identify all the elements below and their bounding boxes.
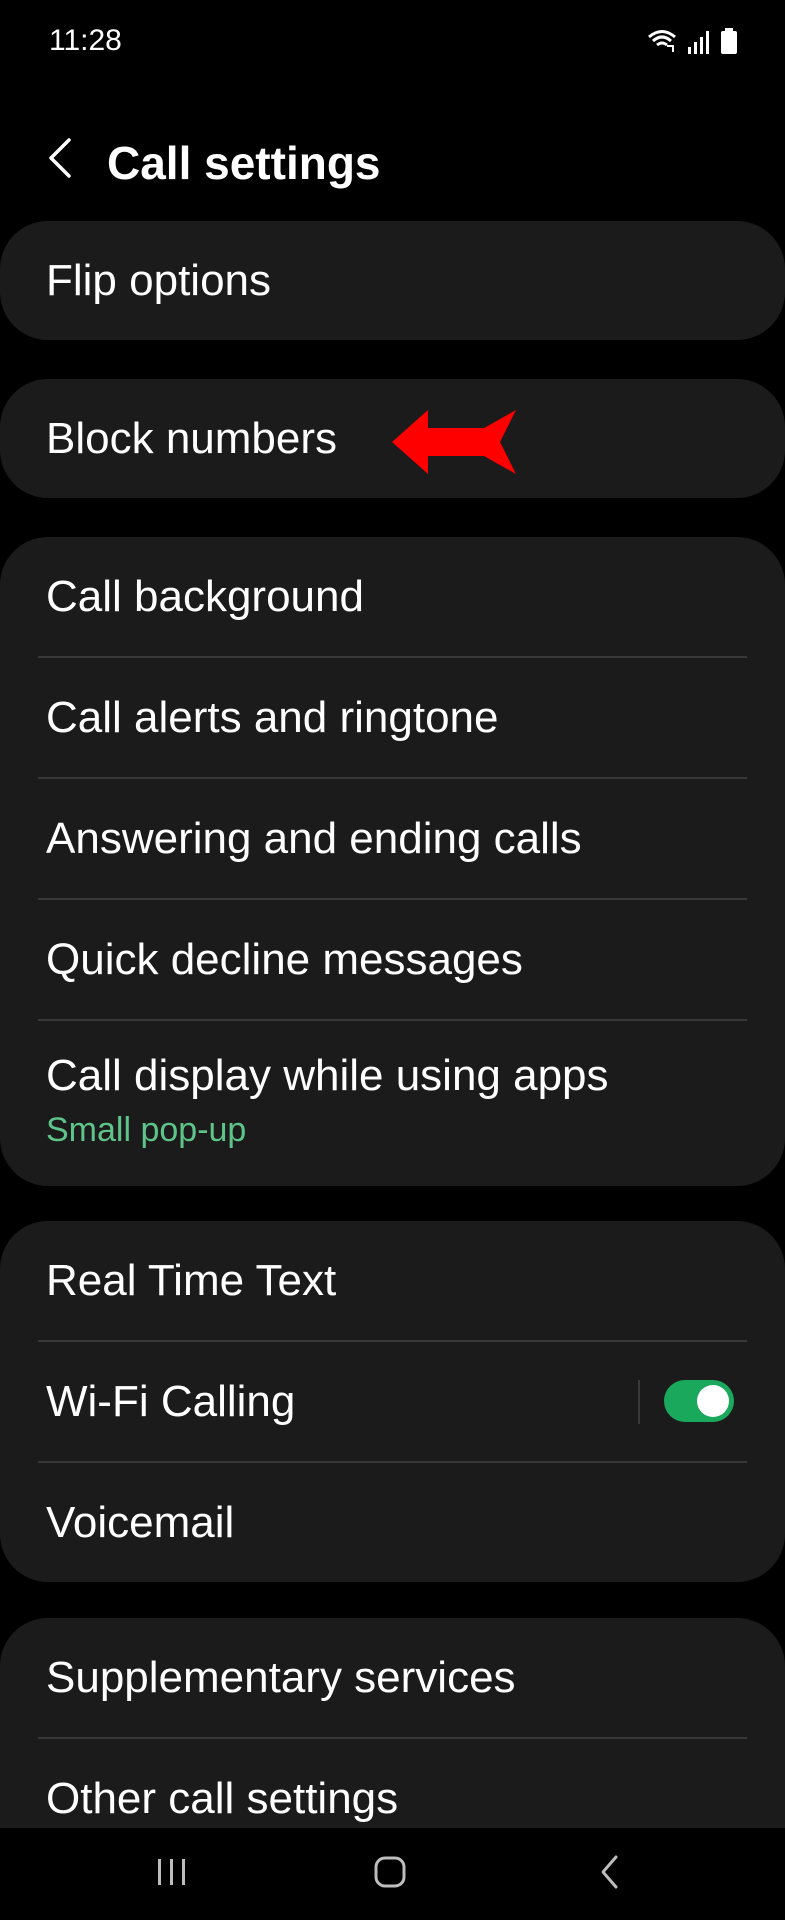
setting-label: Call background bbox=[46, 571, 364, 621]
setting-wifi-calling[interactable]: Wi-Fi Calling bbox=[0, 1342, 785, 1461]
nav-back-button[interactable] bbox=[570, 1846, 650, 1902]
wifi-calling-toggle[interactable] bbox=[664, 1380, 734, 1422]
setting-label: Real Time Text bbox=[46, 1255, 337, 1305]
setting-label: Flip options bbox=[46, 255, 272, 305]
setting-label: Quick decline messages bbox=[46, 934, 523, 984]
home-button[interactable] bbox=[350, 1846, 430, 1902]
setting-flip-options[interactable]: Flip options bbox=[0, 221, 785, 340]
back-button[interactable] bbox=[36, 126, 84, 194]
setting-supplementary-services[interactable]: Supplementary services bbox=[0, 1618, 785, 1737]
setting-label: Answering and ending calls bbox=[46, 813, 582, 863]
setting-quick-decline-messages[interactable]: Quick decline messages bbox=[0, 900, 785, 1019]
navigation-bar bbox=[0, 1828, 785, 1920]
toggle-separator bbox=[638, 1380, 640, 1424]
settings-group-other: Supplementary services Other call settin… bbox=[0, 1618, 785, 1828]
red-arrow-icon bbox=[392, 410, 518, 479]
battery-icon bbox=[721, 28, 737, 59]
chevron-left-icon bbox=[47, 136, 73, 185]
setting-label: Call alerts and ringtone bbox=[46, 692, 499, 742]
settings-group-call: Call background Call alerts and ringtone… bbox=[0, 537, 785, 1186]
header: Call settings bbox=[0, 120, 785, 200]
status-bar: 11:28 bbox=[0, 0, 785, 84]
recent-apps-button[interactable] bbox=[132, 1846, 212, 1902]
back-icon bbox=[598, 1854, 622, 1895]
settings-group-services: Real Time Text Wi-Fi Calling Voicemail bbox=[0, 1221, 785, 1582]
home-icon bbox=[373, 1855, 407, 1894]
setting-label: Supplementary services bbox=[46, 1652, 516, 1702]
setting-call-alerts-ringtone[interactable]: Call alerts and ringtone bbox=[0, 658, 785, 777]
settings-group-flip: Flip options bbox=[0, 221, 785, 340]
recent-apps-icon bbox=[156, 1857, 188, 1892]
setting-other-call-settings[interactable]: Other call settings bbox=[0, 1739, 785, 1828]
setting-answering-ending-calls[interactable]: Answering and ending calls bbox=[0, 779, 785, 898]
setting-sublabel: Small pop-up bbox=[46, 1111, 247, 1149]
setting-call-background[interactable]: Call background bbox=[0, 537, 785, 656]
setting-voicemail[interactable]: Voicemail bbox=[0, 1463, 785, 1582]
signal-icon bbox=[687, 30, 711, 59]
status-time: 11:28 bbox=[49, 24, 122, 57]
page-title: Call settings bbox=[107, 137, 381, 189]
setting-call-display-while-using-apps[interactable]: Call display while using apps Small pop-… bbox=[0, 1021, 785, 1186]
setting-label: Other call settings bbox=[46, 1773, 399, 1823]
setting-label: Voicemail bbox=[46, 1497, 235, 1547]
toggle-knob bbox=[697, 1385, 729, 1417]
setting-real-time-text[interactable]: Real Time Text bbox=[0, 1221, 785, 1340]
wifi-calling-icon bbox=[647, 28, 677, 59]
setting-label: Call display while using apps bbox=[46, 1051, 609, 1100]
status-icons bbox=[647, 28, 737, 59]
